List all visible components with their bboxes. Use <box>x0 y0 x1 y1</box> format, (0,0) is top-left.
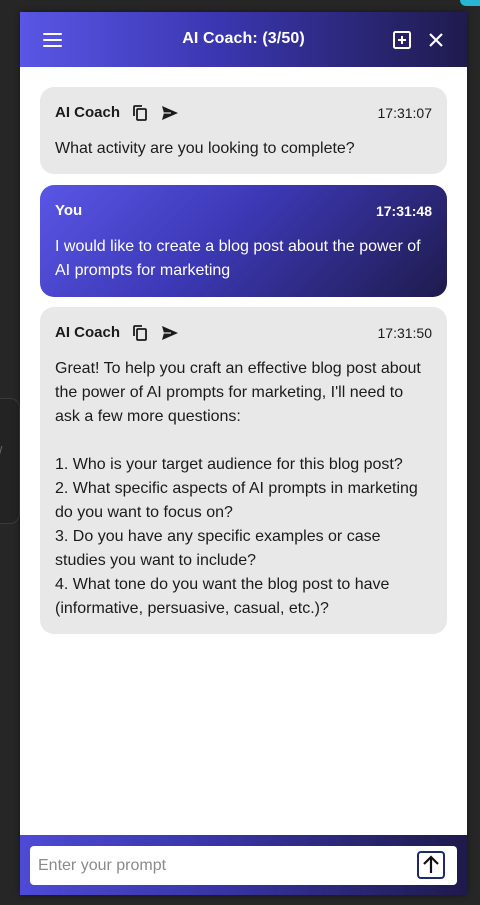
message-text: I would like to create a blog post about… <box>55 238 421 279</box>
assistant-message: AI Coach 17:31:50 Great! To help you cra… <box>40 307 447 634</box>
message-timestamp: 17:31:48 <box>375 203 432 219</box>
arrow-up-icon <box>423 855 439 873</box>
message-actions <box>131 324 187 342</box>
close-icon <box>429 33 443 47</box>
ai-coach-panel: AI Coach: (3/50) AI Coach 17:31:07 What … <box>20 12 467 895</box>
message-header: AI Coach 17:31:50 <box>55 323 432 345</box>
message-text: What activity are you looking to complet… <box>55 140 355 157</box>
composer-bar <box>20 835 467 895</box>
new-chat-button[interactable] <box>392 30 412 50</box>
user-message: You 17:31:48 I would like to create a bl… <box>40 185 447 297</box>
message-header: AI Coach 17:31:07 <box>55 103 432 125</box>
copy-button[interactable] <box>131 324 149 342</box>
message-sender: AI Coach <box>55 324 121 341</box>
copy-button[interactable] <box>131 104 149 122</box>
send-to-button[interactable] <box>161 104 179 122</box>
send-icon <box>162 106 179 120</box>
prompt-box <box>30 846 457 885</box>
background-window-edge <box>0 398 20 524</box>
send-icon <box>162 326 179 340</box>
message-sender: You <box>55 202 83 219</box>
message-sender: AI Coach <box>55 104 121 121</box>
message-text: Great! To help you craft an effective bl… <box>55 360 421 617</box>
panel-header: AI Coach: (3/50) <box>20 12 467 67</box>
message-timestamp: 17:31:07 <box>377 105 433 121</box>
send-to-button[interactable] <box>161 324 179 342</box>
copy-icon <box>133 325 147 341</box>
message-header: You 17:31:48 <box>55 201 432 223</box>
message-list[interactable]: AI Coach 17:31:07 What activity are you … <box>20 67 467 835</box>
close-button[interactable] <box>426 30 446 50</box>
prompt-input[interactable] <box>38 846 408 885</box>
message-actions <box>131 104 187 122</box>
copy-icon <box>133 105 147 121</box>
add-box-icon <box>393 31 411 49</box>
message-timestamp: 17:31:50 <box>377 325 433 341</box>
corner-badge <box>460 0 480 6</box>
send-button[interactable] <box>417 851 445 879</box>
assistant-message: AI Coach 17:31:07 What activity are you … <box>40 87 447 174</box>
